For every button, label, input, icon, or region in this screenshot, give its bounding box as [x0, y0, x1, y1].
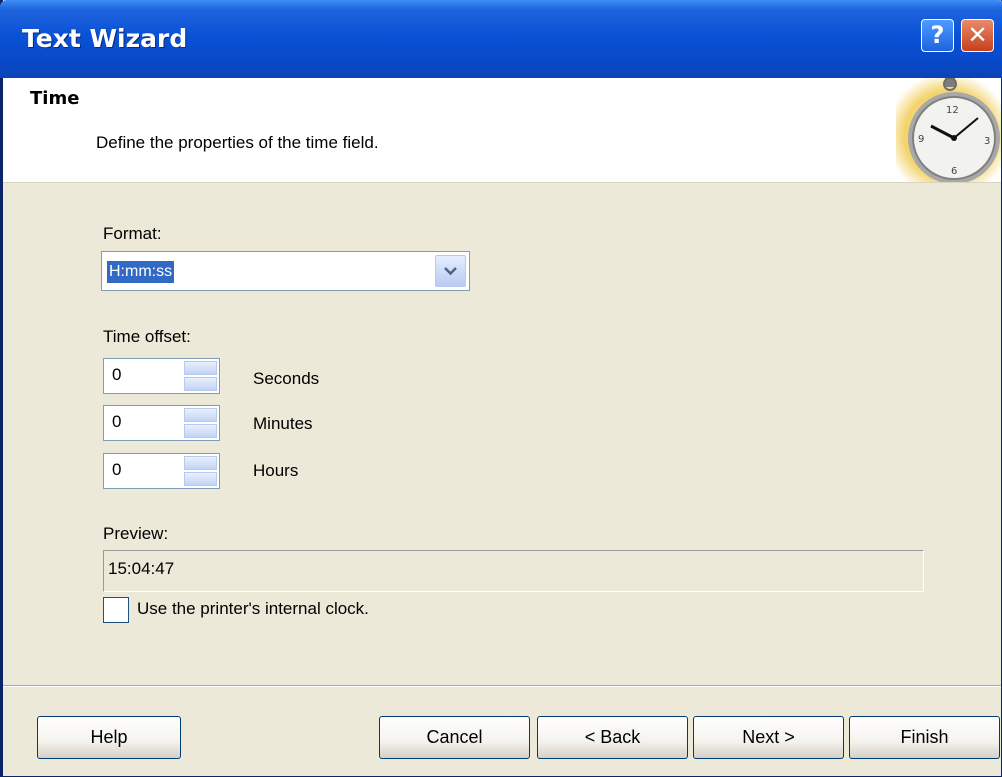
svg-text:12: 12 [946, 105, 959, 116]
hours-increment-button[interactable] [184, 456, 217, 470]
seconds-unit-label: Seconds [253, 369, 320, 388]
svg-text:6: 6 [951, 166, 957, 177]
seconds-increment-button[interactable] [184, 361, 217, 375]
title-bar[interactable]: Text Wizard ? ✕ [0, 0, 1002, 78]
text-wizard-dialog: Text Wizard ? ✕ Time Define the properti… [0, 0, 1002, 777]
minutes-value: 0 [112, 412, 122, 431]
question-mark-icon: ? [930, 21, 945, 49]
wizard-header: Time Define the properties of the time f… [3, 78, 1001, 183]
minutes-increment-button[interactable] [184, 408, 217, 422]
page-subtitle: Define the properties of the time field. [96, 133, 379, 152]
page-title: Time [30, 88, 80, 109]
format-label: Format: [103, 224, 162, 243]
next-button[interactable]: Next > [693, 716, 844, 759]
seconds-stepper[interactable]: 0 [103, 358, 220, 394]
preview-value: 15:04:47 [108, 559, 175, 578]
finish-button[interactable]: Finish [849, 716, 1000, 759]
minutes-decrement-button[interactable] [184, 424, 217, 438]
time-offset-label: Time offset: [103, 327, 191, 346]
stopwatch-icon: 12 9 3 6 [896, 78, 1001, 182]
preview-label: Preview: [103, 524, 169, 543]
seconds-decrement-button[interactable] [184, 377, 217, 391]
help-button[interactable]: Help [37, 716, 181, 759]
close-icon: ✕ [967, 21, 988, 49]
hours-value: 0 [112, 460, 122, 479]
svg-text:3: 3 [984, 136, 990, 147]
chevron-down-icon [444, 267, 457, 276]
seconds-value: 0 [112, 365, 122, 384]
preview-field: 15:04:47 [103, 550, 924, 592]
cancel-button[interactable]: Cancel [379, 716, 530, 759]
footer-divider [3, 685, 1001, 687]
hours-unit-label: Hours [253, 461, 299, 480]
back-button[interactable]: < Back [537, 716, 688, 759]
minutes-stepper[interactable]: 0 [103, 405, 220, 441]
format-dropdown-button[interactable] [435, 255, 466, 287]
title-close-button[interactable]: ✕ [961, 19, 994, 52]
window-title: Text Wizard [22, 24, 188, 53]
hours-stepper[interactable]: 0 [103, 453, 220, 489]
printer-clock-label[interactable]: Use the printer's internal clock. [137, 599, 369, 619]
printer-clock-checkbox[interactable] [103, 597, 129, 623]
svg-text:9: 9 [918, 134, 924, 145]
format-select[interactable]: H:mm:ss [101, 251, 470, 291]
format-select-value: H:mm:ss [107, 261, 175, 283]
minutes-unit-label: Minutes [253, 414, 313, 433]
title-help-button[interactable]: ? [921, 19, 954, 52]
hours-decrement-button[interactable] [184, 472, 217, 486]
